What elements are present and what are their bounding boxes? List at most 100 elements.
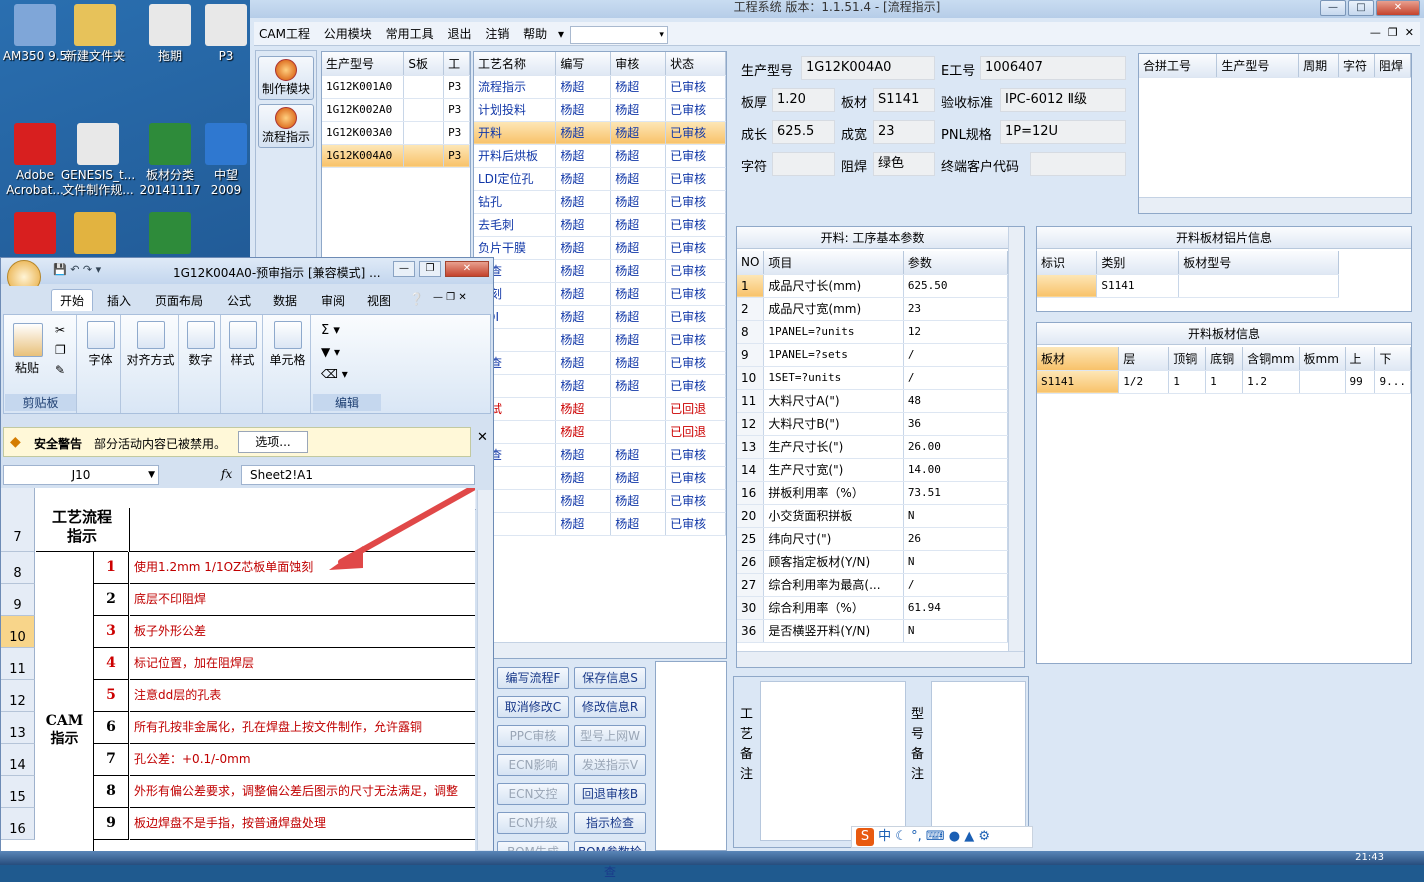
table-row[interactable]: 1G12K002A0 P3 xyxy=(322,98,470,122)
col-header-reviewer[interactable]: 审核 xyxy=(610,52,667,76)
row-header[interactable]: 11 xyxy=(1,648,35,680)
col-header-layer[interactable]: 层 xyxy=(1118,347,1170,371)
table-row[interactable]: 检查杨超杨超已审核 xyxy=(474,443,726,467)
table-row[interactable]: S1141 1/2 1 1 1.2 99 9... xyxy=(1037,370,1411,394)
desktop-icon-board-class[interactable]: 板材分类 20141117 xyxy=(135,108,205,198)
table-row[interactable]: S1141 xyxy=(1037,274,1339,298)
row-header[interactable]: 7 xyxy=(1,488,35,552)
table-row[interactable]: 杨超 已回退 xyxy=(474,420,726,444)
menu-common-module[interactable]: 公用模块 xyxy=(319,22,377,46)
table-row[interactable]: 钻孔 杨超 杨超 已审核 xyxy=(474,190,726,214)
model-remark-textarea[interactable] xyxy=(931,681,1026,841)
table-row[interactable]: 去毛刺 杨超 杨超 已审核 xyxy=(474,213,726,237)
param-row[interactable]: 26 顾客指定板材(Y/N) N xyxy=(737,550,1009,574)
tab-insert[interactable]: 插入 xyxy=(107,292,131,309)
tab-formulas[interactable]: 公式 xyxy=(227,292,251,309)
row-header[interactable]: 8 xyxy=(1,552,35,584)
table-row[interactable]: 开料后烘板 杨超 杨超 已审核 xyxy=(474,144,726,168)
copy-icon[interactable]: ❐ xyxy=(55,343,66,357)
desktop-icon-new-folder[interactable]: 新建文件夹 xyxy=(60,4,130,64)
col-header-status[interactable]: 状态 xyxy=(665,52,726,76)
param-row[interactable]: 10 1SET=?units / xyxy=(737,366,1009,390)
desktop-icon-search[interactable] xyxy=(60,212,130,257)
table-row[interactable]: 杨超 杨超 已审核 xyxy=(474,328,726,352)
length-field[interactable]: 625.5 xyxy=(772,120,835,144)
col-header-writer[interactable]: 编写 xyxy=(555,52,612,76)
params-hscrollbar[interactable] xyxy=(737,651,1024,667)
col-header-sboard[interactable]: S板 xyxy=(403,52,445,76)
ime-toolbar[interactable]: S 中 ☾ °, ⌨ ● ▲ ⚙ xyxy=(851,826,1033,848)
action-button[interactable]: 修改信息R xyxy=(574,696,646,718)
col-header-param[interactable]: 参数 xyxy=(903,251,1009,275)
security-close-icon[interactable]: ✕ xyxy=(477,430,488,445)
col-header-with-cu[interactable]: 含铜mm xyxy=(1242,347,1300,371)
action-button[interactable]: 指示检查 xyxy=(574,812,646,834)
merge-hscrollbar[interactable] xyxy=(1139,197,1411,213)
col-header-category[interactable]: 类别 xyxy=(1096,251,1180,275)
param-row[interactable]: 11 大料尺寸A(") 48 xyxy=(737,389,1009,413)
col-header-bottom-cu[interactable]: 底铜 xyxy=(1205,347,1244,371)
row-header[interactable]: 14 xyxy=(1,744,35,776)
desktop-icon-tuoqi[interactable]: 拖期 xyxy=(135,4,205,64)
row-header[interactable]: 13 xyxy=(1,712,35,744)
desktop-icon-zwcad[interactable]: 中望 2009 xyxy=(202,108,250,198)
action-button[interactable]: 保存信息S xyxy=(574,667,646,689)
formula-bar[interactable]: Sheet2!A1 xyxy=(241,465,475,485)
col-header-merge-no[interactable]: 合拼工号 xyxy=(1139,54,1218,78)
param-row[interactable]: 12 大料尺寸B(") 36 xyxy=(737,412,1009,436)
excel-minimize-button[interactable]: — xyxy=(393,261,415,277)
col-header-no[interactable]: NO xyxy=(737,251,765,275)
excel-close-button[interactable]: ✕ xyxy=(445,261,489,277)
table-row[interactable]: 蚀刻杨超杨超已审核 xyxy=(474,282,726,306)
clear-icon[interactable]: ⌫ ▾ xyxy=(321,367,348,381)
table-row[interactable]: 仓杨超杨超已审核 xyxy=(474,512,726,536)
table-row[interactable]: AOI杨超杨超已审核 xyxy=(474,305,726,329)
mask-field[interactable]: 绿色 xyxy=(873,152,935,176)
col-header-cycle[interactable]: 周期 xyxy=(1298,54,1340,78)
table-row[interactable]: 杨超 杨超 已审核 xyxy=(474,489,726,513)
process-guide-button[interactable]: 流程指示 xyxy=(258,104,314,148)
std-field[interactable]: IPC-6012 Ⅱ级 xyxy=(1000,88,1126,112)
tab-data[interactable]: 数据 xyxy=(273,292,297,309)
tab-home[interactable]: 开始 xyxy=(51,289,94,311)
col-header-merge-model[interactable]: 生产型号 xyxy=(1216,54,1300,78)
table-row-selected[interactable]: 1G12K004A0 P3 xyxy=(322,144,470,168)
col-header-down[interactable]: 下 xyxy=(1374,347,1411,371)
tab-page-layout[interactable]: 页面布局 xyxy=(155,292,203,309)
param-row[interactable]: 2 成品尺寸宽(mm) 23 xyxy=(737,297,1009,321)
worksheet[interactable]: 7 工艺流程 指示 CAM 指示 8 1 使用1.2mm 1/1OZ芯板单面蚀刻 9 2… xyxy=(1,488,475,853)
fill-icon[interactable]: ▼ ▾ xyxy=(321,345,340,359)
mdi-controls[interactable]: — ❐ ✕ xyxy=(1370,26,1414,39)
action-button[interactable]: ECN文控 xyxy=(497,783,569,805)
row-header[interactable]: 16 xyxy=(1,808,35,840)
security-options-button[interactable]: 选项... xyxy=(238,431,308,453)
row-header[interactable]: 15 xyxy=(1,776,35,808)
col-header-item[interactable]: 项目 xyxy=(763,251,904,275)
make-module-button[interactable]: 制作模块 xyxy=(258,56,314,100)
ribbon-group-alignment[interactable]: 对齐方式 xyxy=(123,315,179,413)
col-header-work[interactable]: 工 xyxy=(443,52,470,76)
menu-exit[interactable]: 退出 xyxy=(442,22,476,46)
col-header-char[interactable]: 字符 xyxy=(1338,54,1375,78)
excel-vscrollbar[interactable] xyxy=(477,490,493,850)
process-remark-textarea[interactable] xyxy=(760,681,906,841)
quick-access-toolbar[interactable]: 💾 ↶ ↷ ▾ xyxy=(53,263,101,276)
desktop-icon-p3[interactable]: P3 xyxy=(202,4,250,64)
param-row[interactable]: 13 生产尺寸长(") 26.00 xyxy=(737,435,1009,459)
action-button[interactable]: 发送指示V xyxy=(574,754,646,776)
table-row[interactable]: 检查杨超杨超已审核 xyxy=(474,351,726,375)
action-button[interactable]: 取消修改C xyxy=(497,696,569,718)
process-hscrollbar[interactable] xyxy=(474,642,726,658)
row-header[interactable]: 12 xyxy=(1,680,35,712)
desktop-icon-excel[interactable] xyxy=(135,212,205,257)
action-button[interactable]: ECN升级 xyxy=(497,812,569,834)
cut-icon[interactable]: ✂ xyxy=(55,323,65,337)
tab-view[interactable]: 视图 xyxy=(367,292,391,309)
table-row[interactable]: 流程指示 杨超 杨超 已审核 xyxy=(474,75,726,99)
name-box[interactable]: J10 ▼ xyxy=(3,465,159,485)
table-row[interactable]: 1G12K003A0 P3 xyxy=(322,121,470,145)
function-icon[interactable]: fx xyxy=(221,467,232,481)
close-button[interactable]: ✕ xyxy=(1376,0,1420,16)
param-row[interactable]: 27 综合利用率为最高(... / xyxy=(737,573,1009,597)
action-button[interactable]: ECN影响 xyxy=(497,754,569,776)
